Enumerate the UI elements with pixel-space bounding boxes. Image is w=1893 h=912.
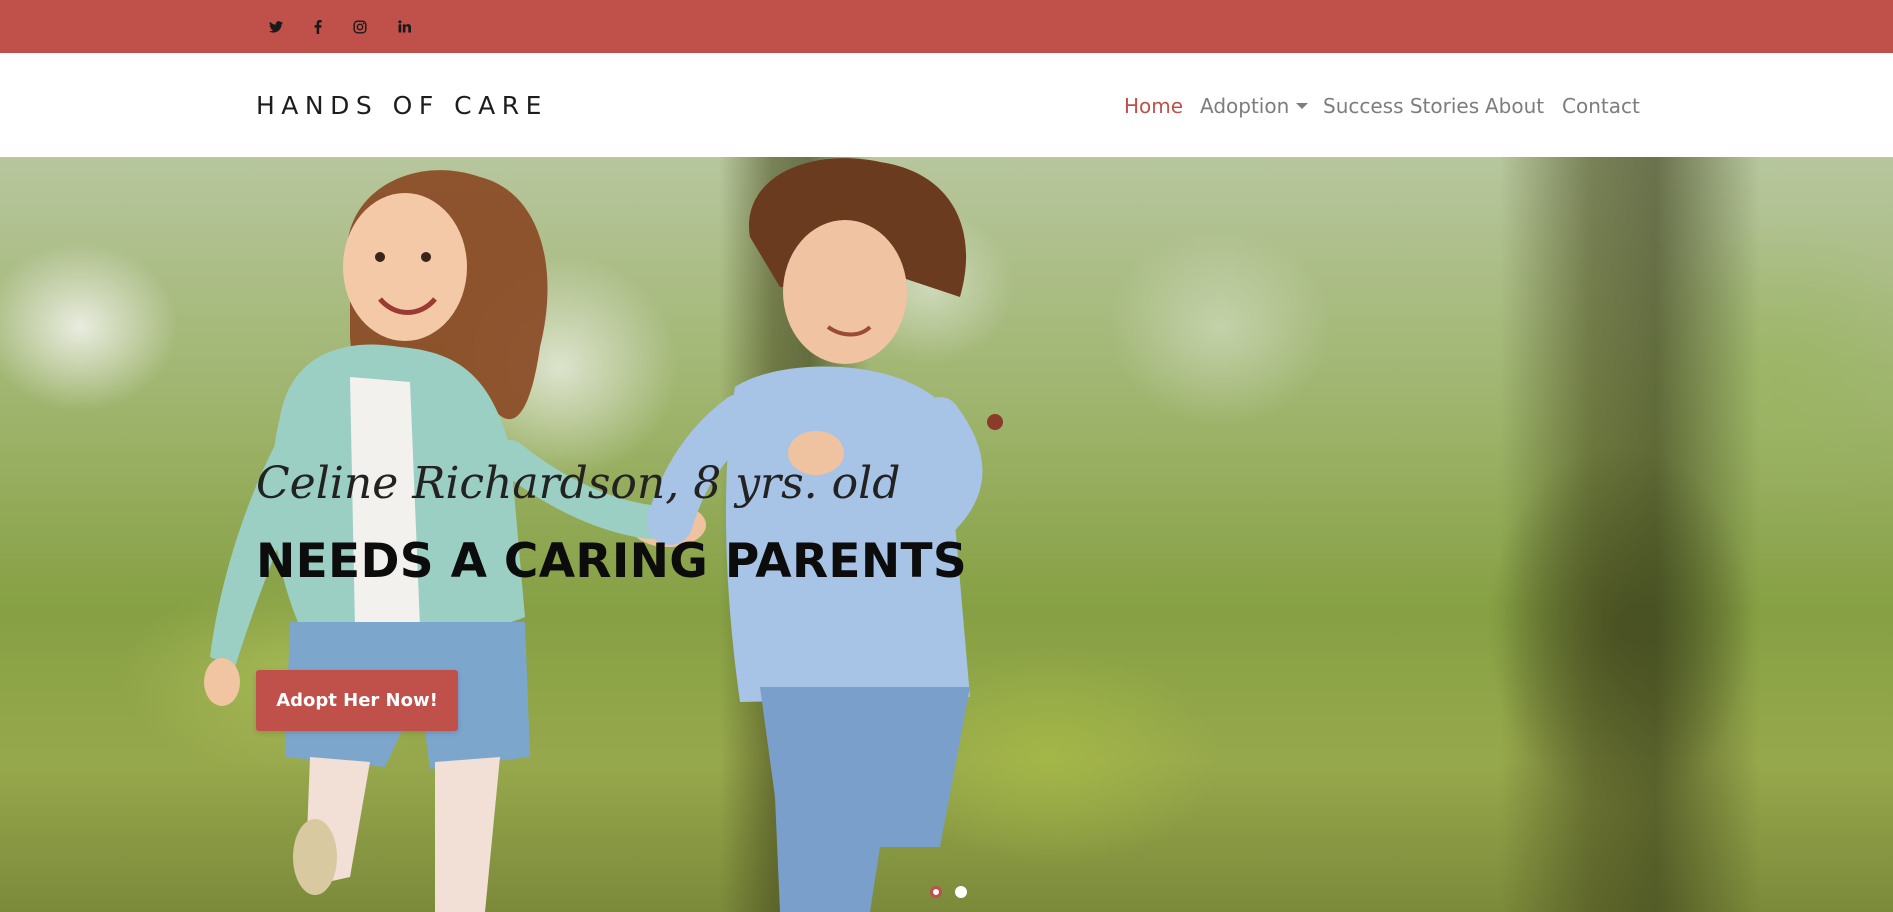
nav-contact[interactable]: Contact [1562,89,1640,123]
site-header: HANDS OF CARE Home Adoption Success Stor… [0,53,1893,157]
caret-down-icon [1296,103,1309,109]
site-logo[interactable]: HANDS OF CARE [256,89,548,123]
nav-adoption[interactable]: Adoption [1200,89,1311,123]
adopt-her-now-button[interactable]: Adopt Her Now! [256,670,458,731]
linkedin-icon [397,20,411,33]
hero-subtitle: Celine Richardson, 8 yrs. old [256,458,901,509]
nav-home[interactable]: Home [1124,89,1183,123]
nav-adoption-label: Adoption [1200,94,1290,118]
carousel-indicator-2[interactable] [955,886,967,898]
twitter-icon [269,20,283,33]
facebook-icon [314,19,322,34]
instagram-link[interactable] [347,0,373,53]
nav-success-stories[interactable]: Success Stories [1323,89,1479,123]
nav-about[interactable]: About [1485,89,1544,123]
facebook-link[interactable] [305,0,331,53]
hero-slider: Celine Richardson, 8 yrs. old NEEDS A CA… [0,157,1893,912]
twitter-link[interactable] [263,0,289,53]
instagram-icon [353,19,367,34]
social-bar [0,0,1893,53]
linkedin-link[interactable] [391,0,417,53]
carousel-indicator-1[interactable] [930,886,942,898]
hero-title: NEEDS A CARING PARENTS [256,534,967,589]
background-tree [1500,157,1760,912]
